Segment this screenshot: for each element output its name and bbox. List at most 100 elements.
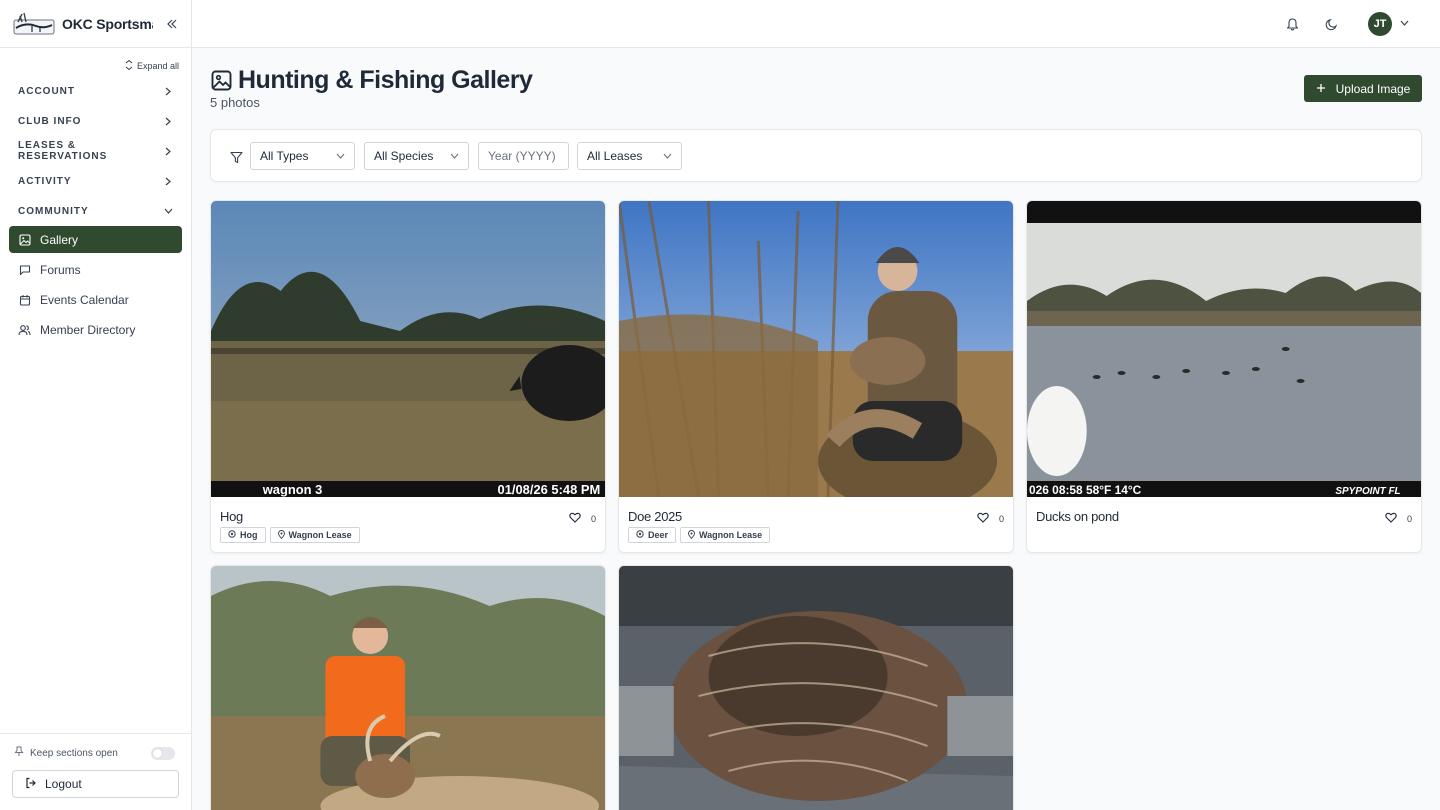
logout-button[interactable]: Logout xyxy=(12,770,179,798)
tag-label: Wagnon Lease xyxy=(699,530,763,540)
species-tag[interactable]: Hog xyxy=(220,527,266,543)
sidebar-item-member-directory[interactable]: Member Directory xyxy=(9,316,182,343)
chevron-right-icon xyxy=(163,116,173,126)
like-count: 0 xyxy=(1406,513,1412,524)
calendar-icon xyxy=(18,293,31,306)
sidebar-item-forums[interactable]: Forums xyxy=(9,256,182,283)
photo-card[interactable] xyxy=(210,565,606,810)
filter-icon xyxy=(229,150,243,164)
select-value: All Species xyxy=(374,149,434,163)
sidebar-item-label: Gallery xyxy=(40,232,79,247)
photo-card[interactable]: wagnon 3 01/08/26 5:48 PM Hog 0 Hog Wagn… xyxy=(210,200,606,553)
sidebar-item-label: Member Directory xyxy=(40,322,136,337)
upload-image-label: Upload Image xyxy=(1335,81,1411,96)
section-label: LEASES & RESERVATIONS xyxy=(18,140,108,162)
tag-label: Deer xyxy=(648,530,669,540)
keep-sections-open: Keep sections open xyxy=(12,746,179,760)
dark-mode-moon-icon[interactable] xyxy=(1323,16,1339,32)
section-club-info[interactable]: CLUB INFO xyxy=(0,106,191,136)
upload-image-button[interactable]: Upload Image xyxy=(1304,75,1422,102)
chevron-down-icon xyxy=(662,151,672,161)
logout-icon xyxy=(25,777,37,792)
select-value: All Leases xyxy=(587,149,643,163)
photo-count: 5 photos xyxy=(210,95,260,110)
lease-tag[interactable]: Wagnon Lease xyxy=(680,527,771,543)
collapse-sidebar-icon[interactable] xyxy=(165,17,179,31)
plus-icon xyxy=(1316,82,1326,96)
tag-label: Hog xyxy=(240,530,258,540)
heart-icon xyxy=(1385,512,1397,525)
photo-card[interactable]: 026 08:58 58°F 14°C SPYPOINT FL Ducks on… xyxy=(1026,200,1422,553)
image-icon xyxy=(18,233,31,246)
photo-turkeys[interactable] xyxy=(619,566,1013,810)
section-leases-reservations[interactable]: LEASES & RESERVATIONS xyxy=(0,136,191,166)
like-button[interactable]: 0 xyxy=(569,512,596,525)
trailcam-timestamp-label: 01/08/26 5:48 PM xyxy=(498,482,601,497)
sidebar-footer: Keep sections open Logout xyxy=(0,733,191,810)
club-logo[interactable] xyxy=(12,10,56,38)
species-filter-select[interactable]: All Species xyxy=(364,142,469,170)
map-pin-icon xyxy=(688,529,695,541)
users-icon xyxy=(18,323,31,336)
like-button[interactable]: 0 xyxy=(1385,512,1412,525)
select-value: All Types xyxy=(260,149,309,163)
section-activity[interactable]: ACTIVITY xyxy=(0,166,191,196)
species-tag[interactable]: Deer xyxy=(628,527,677,543)
like-count: 0 xyxy=(590,513,596,524)
photo-card[interactable] xyxy=(618,565,1014,810)
filter-bar: All Types All Species All Leases xyxy=(210,129,1422,182)
image-icon xyxy=(210,70,232,92)
expand-all-button[interactable]: Expand all xyxy=(0,48,191,72)
photo-caption: Doe 2025 xyxy=(628,509,682,524)
photo-doe[interactable] xyxy=(619,201,1013,497)
like-button[interactable]: 0 xyxy=(977,512,1004,525)
photo-caption: Hog xyxy=(220,509,243,524)
photo-youth-buck[interactable] xyxy=(211,566,605,810)
photo-hog[interactable]: wagnon 3 01/08/26 5:48 PM xyxy=(211,201,605,497)
chevron-right-icon xyxy=(163,176,173,186)
trailcam-readout-label: 026 08:58 58°F 14°C xyxy=(1029,483,1142,497)
top-bar: JT xyxy=(192,0,1440,48)
user-avatar[interactable]: JT xyxy=(1368,12,1392,36)
keep-sections-open-label: Keep sections open xyxy=(30,747,118,759)
trailcam-brand-label: SPYPOINT FL xyxy=(1335,486,1400,497)
sidebar-item-events-calendar[interactable]: Events Calendar xyxy=(9,286,182,313)
type-filter-select[interactable]: All Types xyxy=(250,142,355,170)
sidebar-item-gallery[interactable]: Gallery xyxy=(9,226,182,253)
main-content: Hunting & Fishing Gallery 5 photos Uploa… xyxy=(192,48,1440,810)
club-name[interactable]: OKC Sportsma... xyxy=(62,16,153,32)
expand-all-label: Expand all xyxy=(136,61,179,71)
page-title: Hunting & Fishing Gallery xyxy=(238,66,533,94)
year-filter-input[interactable] xyxy=(478,142,569,170)
target-icon xyxy=(636,530,644,540)
section-account[interactable]: ACCOUNT xyxy=(0,76,191,106)
chevron-down-icon xyxy=(163,206,173,216)
photo-card[interactable]: Doe 2025 0 Deer Wagnon Lease xyxy=(618,200,1014,553)
chevron-down-icon[interactable] xyxy=(1399,18,1409,28)
heart-icon xyxy=(569,512,581,525)
like-count: 0 xyxy=(998,513,1004,524)
sidebar: OKC Sportsma... Expand all ACCOUNT CLUB … xyxy=(0,0,192,810)
section-label: ACCOUNT xyxy=(18,85,75,97)
keep-sections-open-toggle[interactable] xyxy=(151,746,175,760)
sidebar-item-label: Events Calendar xyxy=(40,292,129,307)
photo-caption: Ducks on pond xyxy=(1036,509,1119,524)
expand-icon xyxy=(125,59,133,72)
lease-tag[interactable]: Wagnon Lease xyxy=(269,527,360,543)
target-icon xyxy=(228,530,236,540)
map-pin-icon xyxy=(277,529,285,541)
section-label: COMMUNITY xyxy=(18,205,89,217)
lease-filter-select[interactable]: All Leases xyxy=(577,142,682,170)
section-community[interactable]: COMMUNITY xyxy=(0,196,191,226)
tag-label: Wagnon Lease xyxy=(288,530,352,540)
bell-icon[interactable] xyxy=(1284,16,1300,32)
sidebar-item-label: Forums xyxy=(40,262,81,277)
chevron-right-icon xyxy=(163,146,173,156)
chevron-down-icon xyxy=(335,151,345,161)
photo-ducks-on-pond[interactable]: 026 08:58 58°F 14°C SPYPOINT FL xyxy=(1027,201,1421,497)
section-label: ACTIVITY xyxy=(18,175,72,187)
chevron-right-icon xyxy=(163,86,173,96)
pin-icon xyxy=(14,746,24,760)
message-square-icon xyxy=(18,263,31,276)
page-header: Hunting & Fishing Gallery xyxy=(210,66,533,95)
